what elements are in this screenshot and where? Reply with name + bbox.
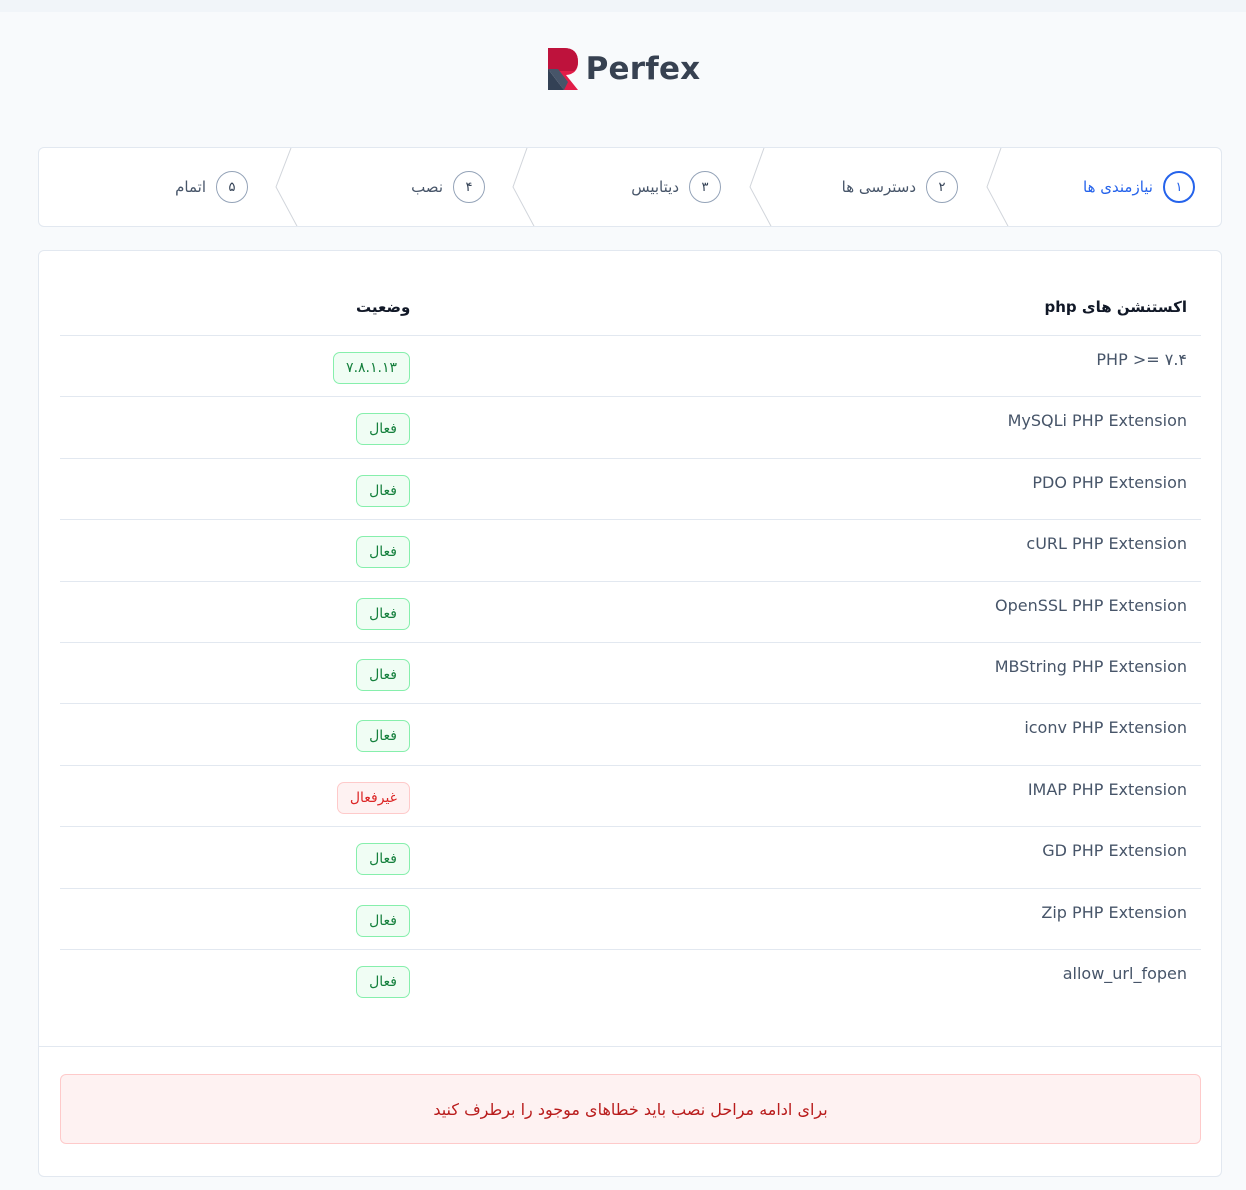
requirements-card: اکستنشن های php وضعیت PHP >= ۷.۴ ۷.۸.۱.۱… [38, 250, 1222, 1177]
extension-name: OpenSSL PHP Extension [994, 595, 1187, 615]
table-row: MBString PHP Extension فعال [60, 643, 1201, 705]
error-alert: برای ادامه مراحل نصب باید خطاهای موجود ر… [60, 1074, 1201, 1144]
step-database[interactable]: ۳ دیتابیس [631, 148, 721, 226]
extension-name: PDO PHP Extension [1032, 472, 1187, 492]
table-row: iconv PHP Extension فعال [60, 704, 1201, 766]
install-steps: ۱ نیازمندی ها ۲ دسترسی ها ۳ دیتابیس ۴ نص… [38, 147, 1222, 227]
status-badge: ۷.۸.۱.۱۳ [333, 352, 410, 384]
table-row: GD PHP Extension فعال [60, 827, 1201, 889]
extension-name: cURL PHP Extension [1026, 534, 1187, 554]
table-row: PHP >= ۷.۴ ۷.۸.۱.۱۳ [60, 336, 1201, 398]
step-label: دیتابیس [631, 178, 679, 196]
step-label: اتمام [175, 178, 206, 196]
step-permissions[interactable]: ۲ دسترسی ها [842, 148, 958, 226]
status-badge: فعال [356, 536, 410, 569]
extension-name: MBString PHP Extension [994, 656, 1187, 676]
brand-logo: Perfex [0, 48, 1246, 90]
status-badge: فعال [356, 965, 410, 998]
error-alert-message: برای ادامه مراحل نصب باید خطاهای موجود ر… [433, 1099, 828, 1119]
extension-name: MySQLi PHP Extension [1007, 411, 1187, 431]
card-divider [39, 1046, 1221, 1047]
table-row: MySQLi PHP Extension فعال [60, 397, 1201, 459]
table-row: allow_url_fopen فعال [60, 950, 1201, 1011]
table-row: Zip PHP Extension فعال [60, 889, 1201, 950]
step-label: نصب [411, 178, 443, 196]
extension-name: Zip PHP Extension [1041, 902, 1187, 922]
step-number: ۲ [926, 171, 958, 203]
table-row: IMAP PHP Extension غیرفعال [60, 766, 1201, 828]
extension-name: allow_url_fopen [1062, 963, 1187, 983]
step-number: ۱ [1163, 171, 1195, 203]
status-badge: فعال [356, 720, 410, 753]
table-header: اکستنشن های php وضعیت [60, 285, 1201, 336]
requirements-table: اکستنشن های php وضعیت PHP >= ۷.۴ ۷.۸.۱.۱… [60, 285, 1201, 1011]
step-number: ۳ [689, 171, 721, 203]
step-label: نیازمندی ها [1083, 178, 1153, 196]
table-row: OpenSSL PHP Extension فعال [60, 582, 1201, 643]
status-badge: فعال [356, 658, 410, 691]
step-finish[interactable]: ۵ اتمام [175, 148, 248, 226]
step-number: ۵ [216, 171, 248, 203]
top-strip [0, 0, 1246, 12]
extension-name: PHP >= ۷.۴ [1096, 350, 1187, 369]
header-status: وضعیت [356, 298, 411, 316]
header-extension: اکستنشن های php [1044, 298, 1187, 316]
extension-name: iconv PHP Extension [1024, 718, 1187, 738]
status-badge: فعال [356, 843, 410, 876]
status-badge: فعال [356, 474, 410, 507]
status-badge: فعال [356, 904, 410, 937]
step-install[interactable]: ۴ نصب [411, 148, 485, 226]
brand-name: Perfex [585, 51, 701, 87]
table-row: PDO PHP Extension فعال [60, 459, 1201, 521]
table-row: cURL PHP Extension فعال [60, 520, 1201, 582]
step-requirements[interactable]: ۱ نیازمندی ها [1083, 148, 1195, 226]
status-badge: فعال [356, 597, 410, 630]
extension-name: GD PHP Extension [1042, 841, 1187, 861]
perfex-logo-icon [547, 48, 578, 90]
status-badge: غیرفعال [336, 781, 410, 814]
status-badge: فعال [356, 413, 410, 446]
step-label: دسترسی ها [841, 178, 916, 196]
step-number: ۴ [453, 171, 485, 203]
extension-name: IMAP PHP Extension [1027, 779, 1187, 799]
